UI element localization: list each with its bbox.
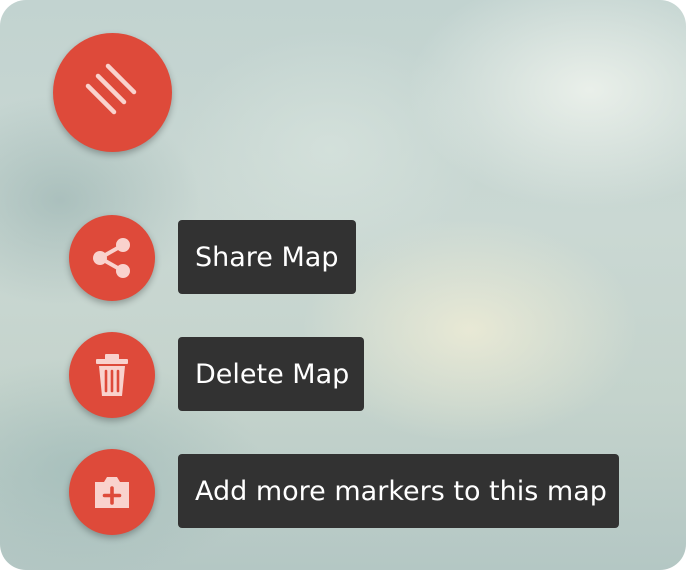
menu-fab-button[interactable] [53, 33, 172, 152]
add-marker-icon [87, 467, 137, 517]
blurred-background: Share Map Delete Map Add more markers to… [0, 0, 686, 570]
share-map-button[interactable] [69, 215, 155, 301]
trash-icon [87, 350, 137, 400]
menu-lines-icon [78, 58, 148, 128]
add-markers-tooltip[interactable]: Add more markers to this map [178, 454, 619, 528]
share-map-tooltip[interactable]: Share Map [178, 220, 356, 294]
share-icon [87, 233, 137, 283]
add-markers-label: Add more markers to this map [195, 475, 607, 507]
delete-map-button[interactable] [69, 332, 155, 418]
share-map-label: Share Map [195, 241, 339, 273]
delete-map-tooltip[interactable]: Delete Map [178, 337, 364, 411]
add-markers-button[interactable] [69, 449, 155, 535]
delete-map-label: Delete Map [195, 358, 350, 390]
